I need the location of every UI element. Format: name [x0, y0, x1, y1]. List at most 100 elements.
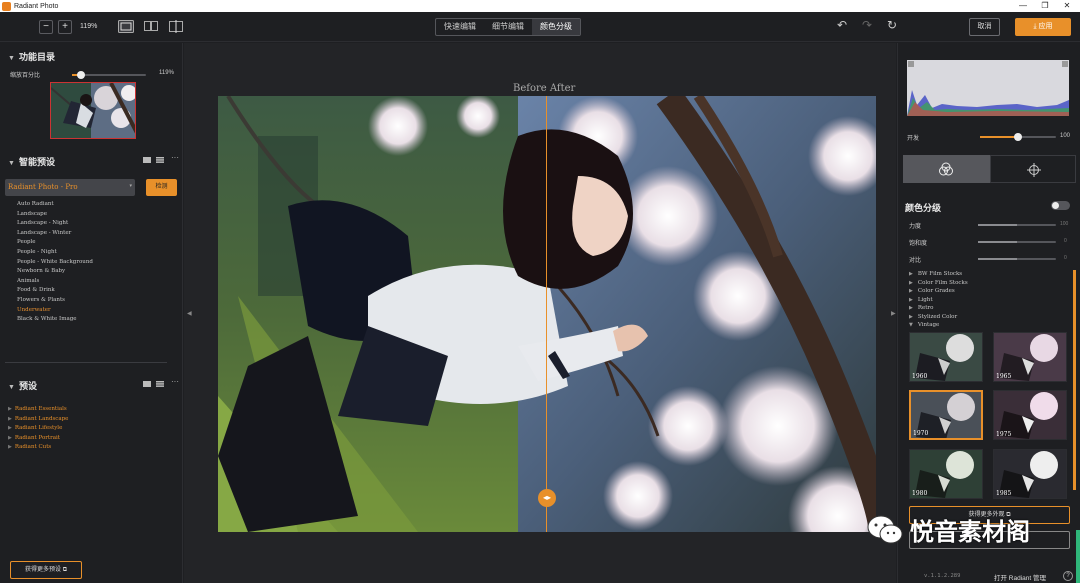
thumb-label: 1970: [913, 430, 929, 437]
scrollbar[interactable]: [1073, 270, 1076, 490]
contrast-slider-fill: [978, 258, 1017, 260]
look-thumbnail[interactable]: 1985: [993, 449, 1067, 499]
presets-title: 预设: [18, 381, 37, 391]
zoom-out-button[interactable]: −: [39, 20, 53, 34]
category-item[interactable]: ▶ Retro: [909, 304, 968, 313]
close-button[interactable]: ✕: [1056, 0, 1078, 12]
saturation-slider-fill: [978, 241, 1017, 243]
expand-icon: ▶: [909, 296, 913, 303]
preset-group[interactable]: ▶ Radiant Portrait: [8, 434, 68, 444]
watermark: 悦音素材阁: [866, 512, 1030, 547]
preset-select[interactable]: Radiant Photo - Pro ▾: [5, 179, 135, 196]
tab-detail-edit[interactable]: 细节编辑: [484, 19, 532, 35]
preset-item[interactable]: Auto Radiant: [17, 200, 93, 210]
apply-button[interactable]: ⤓ 应用: [1015, 18, 1071, 36]
single-view-icon[interactable]: [118, 20, 134, 33]
photo-preview[interactable]: [218, 96, 876, 532]
preset-item[interactable]: People - Night: [17, 248, 93, 258]
list-view-icon[interactable]: [156, 381, 164, 387]
preset-item[interactable]: People: [17, 238, 93, 248]
opacity-slider-knob[interactable]: [1014, 133, 1022, 141]
split-handle[interactable]: ◂▸: [538, 489, 556, 507]
look-thumbnail[interactable]: 1975: [993, 390, 1067, 440]
download-icon: ⤓: [1033, 23, 1037, 30]
color-grading-toggle[interactable]: [1051, 201, 1070, 210]
tab-color-circles[interactable]: [903, 155, 990, 183]
reset-icon[interactable]: ↻: [887, 18, 897, 32]
zoom-slider-knob[interactable]: [77, 71, 85, 79]
tab-color-grading[interactable]: 颜色分级: [532, 19, 580, 35]
grid-view-icon[interactable]: [143, 381, 151, 387]
category-item[interactable]: ▶ Light: [909, 296, 968, 305]
manage-link[interactable]: 打开 Radiant 管理: [994, 572, 1046, 582]
more-options-icon[interactable]: ···: [171, 153, 179, 162]
catalog-header[interactable]: ▼ 功能目录: [8, 50, 55, 63]
collapse-right-icon[interactable]: ▶: [891, 310, 896, 317]
more-presets-button[interactable]: 获得更多预设 ⧉: [10, 561, 82, 579]
category-item[interactable]: ▶ BW Film Stocks: [909, 270, 968, 279]
more-options-icon[interactable]: ···: [171, 377, 179, 386]
look-thumbnail[interactable]: 1960: [909, 332, 983, 382]
minimize-button[interactable]: —: [1012, 0, 1034, 12]
preset-group-label: Radiant Portrait: [14, 434, 60, 441]
list-view-icon[interactable]: [156, 157, 164, 163]
preset-group-label: Radiant Lifestyle: [14, 425, 63, 432]
tab-quick-edit[interactable]: 快速编辑: [436, 19, 484, 35]
help-icon[interactable]: ?: [1063, 571, 1073, 581]
preset-group[interactable]: ▶ Radiant Landscape: [8, 415, 68, 425]
preset-item[interactable]: Landscape: [17, 210, 93, 220]
side-indicator: [1076, 530, 1080, 583]
split-view-icon[interactable]: [169, 20, 183, 33]
preset-item[interactable]: People - White Background: [17, 258, 93, 268]
expand-icon: ▶: [909, 279, 913, 286]
presets-header[interactable]: ▼ 预设: [8, 379, 37, 392]
category-item[interactable]: ▶ Color Grades: [909, 287, 968, 296]
thumb-label: 1965: [996, 373, 1012, 380]
before-after-label: Before After: [513, 83, 576, 94]
collapse-icon: ▼: [909, 322, 913, 328]
grid-view-icon[interactable]: [143, 157, 151, 163]
look-thumbnail[interactable]: 1980: [909, 449, 983, 499]
category-item[interactable]: ▶ Color Film Stocks: [909, 279, 968, 288]
look-thumbnail[interactable]: 1965: [993, 332, 1067, 382]
preset-group-label: Radiant Cuts: [14, 444, 52, 451]
side-by-side-icon[interactable]: [144, 21, 158, 31]
undo-icon[interactable]: ↶: [837, 18, 847, 32]
cancel-button[interactable]: 取消: [969, 18, 1000, 36]
thumb-label: 1985: [996, 490, 1012, 497]
app-title: Radiant Photo: [14, 2, 59, 10]
preset-item[interactable]: Flowers & Plants: [17, 296, 93, 306]
preset-item-selected[interactable]: Underwater: [17, 306, 93, 316]
preset-group[interactable]: ▶ Radiant Lifestyle: [8, 424, 68, 434]
detect-button[interactable]: 检测: [146, 179, 177, 196]
look-thumbnail-selected[interactable]: 1970: [909, 390, 983, 440]
preset-group[interactable]: ▶ Radiant Cuts: [8, 443, 68, 453]
look-category-list: ▶ BW Film Stocks ▶ Color Film Stocks ▶ Colo…: [909, 270, 968, 330]
category-item[interactable]: ▶ Stylized Color: [909, 313, 968, 322]
preset-item[interactable]: Food & Drink: [17, 286, 93, 296]
strength-label: 力度: [909, 224, 922, 230]
maximize-button[interactable]: ❐: [1034, 0, 1056, 12]
category-item[interactable]: ▼ Vintage: [909, 321, 968, 330]
tab-target[interactable]: [990, 155, 1076, 183]
preset-select-value: Radiant Photo - Pro: [8, 183, 78, 191]
thumb-label: 1975: [996, 431, 1012, 438]
redo-icon[interactable]: ↷: [862, 18, 872, 32]
navigator-thumbnail[interactable]: [50, 82, 136, 139]
expand-icon: ▶: [909, 288, 913, 294]
more-presets-label: 获得更多预设: [25, 567, 62, 573]
category-label: Vintage: [917, 322, 940, 328]
preset-item[interactable]: Black & White Image: [17, 315, 93, 325]
preset-item[interactable]: Newborn & Baby: [17, 267, 93, 277]
saturation-value: 0: [1064, 238, 1067, 244]
preset-item[interactable]: Landscape - Winter: [17, 229, 93, 239]
histogram: [907, 60, 1069, 116]
zoom-level: 119%: [80, 23, 98, 30]
preset-item[interactable]: Landscape - Night: [17, 219, 93, 229]
preset-group[interactable]: ▶ Radiant Essentials: [8, 405, 68, 415]
collapse-left-icon[interactable]: ◀: [187, 310, 192, 317]
category-label: Color Film Stocks: [917, 279, 968, 286]
smart-presets-header[interactable]: ▼ 智能预设: [8, 155, 55, 168]
zoom-in-button[interactable]: +: [58, 20, 72, 34]
preset-item[interactable]: Animals: [17, 277, 93, 287]
